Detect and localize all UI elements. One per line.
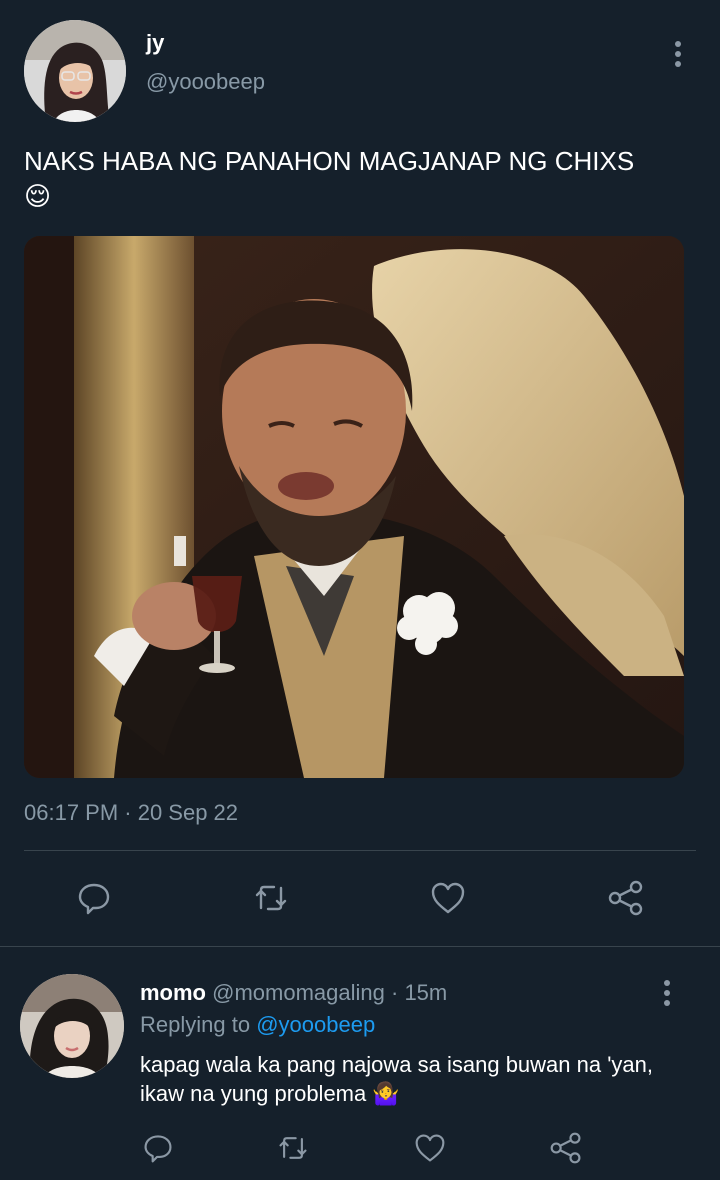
reply-author-display-name[interactable]: momo xyxy=(140,980,206,1005)
reply-time-separator: · xyxy=(390,980,399,1005)
section-divider xyxy=(0,946,720,947)
retweet-icon xyxy=(255,885,287,911)
reply-like-button[interactable] xyxy=(412,1130,448,1166)
reply-text: kapag wala ka pang najowa sa isang buwan… xyxy=(140,1052,654,1106)
replying-to-handle[interactable]: @yooobeep xyxy=(256,1012,375,1037)
more-options-button[interactable] xyxy=(671,41,685,67)
author-display-name[interactable]: jy xyxy=(146,30,164,56)
share-icon xyxy=(608,880,643,916)
author-avatar-image xyxy=(24,20,126,122)
share-icon xyxy=(550,1132,581,1164)
reply-button[interactable] xyxy=(74,878,114,918)
reply-icon xyxy=(144,1135,172,1163)
media-picture xyxy=(24,236,684,778)
replying-to-label: Replying to xyxy=(140,1012,251,1037)
reply-author-avatar[interactable] xyxy=(20,974,124,1078)
retweet-button[interactable] xyxy=(250,878,292,918)
replying-to: Replying to @yooobeep xyxy=(140,1012,375,1038)
tweet-timestamp[interactable]: 06:17 PM · 20 Sep 22 xyxy=(24,800,238,826)
reply-avatar-image xyxy=(20,974,124,1078)
retweet-icon xyxy=(279,1137,307,1159)
tweet-text: NAKS HABA NG PANAHON MAGJANAP NG CHIXS 😌 xyxy=(24,146,635,211)
tweet-media-image[interactable] xyxy=(24,236,684,778)
like-icon xyxy=(431,882,465,914)
more-icon xyxy=(664,980,670,986)
like-icon xyxy=(415,1134,445,1162)
reply-reply-button[interactable] xyxy=(140,1130,176,1166)
reply-icon xyxy=(78,883,110,915)
share-button[interactable] xyxy=(606,878,646,918)
reply-author-handle[interactable]: @momomagaling xyxy=(212,980,385,1005)
reply-share-button[interactable] xyxy=(548,1130,584,1166)
author-avatar[interactable] xyxy=(24,20,126,122)
reply-more-options-button[interactable] xyxy=(660,980,674,1006)
more-icon xyxy=(675,41,681,47)
reply-time[interactable]: 15m xyxy=(404,980,447,1005)
author-handle[interactable]: @yooobeep xyxy=(146,69,265,95)
reply-header: momo @momomagaling · 15m xyxy=(140,980,447,1006)
like-button[interactable] xyxy=(428,878,468,918)
reply-retweet-button[interactable] xyxy=(274,1130,312,1166)
timestamp-divider xyxy=(24,850,696,851)
